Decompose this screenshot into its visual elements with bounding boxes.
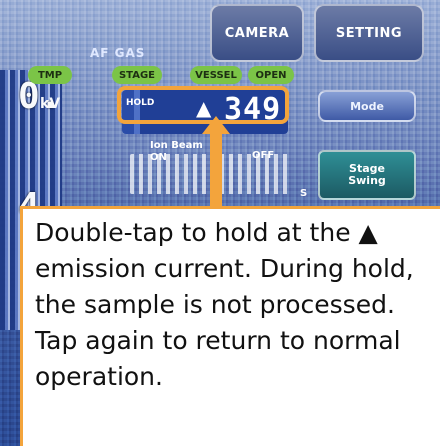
ion-beam-off-label: OFF: [252, 150, 275, 161]
readout-unit: kV: [40, 96, 61, 112]
callout-arrow-head-icon: [202, 116, 230, 134]
mode-button[interactable]: Mode: [318, 90, 416, 122]
callout-text: Double-tap to hold at the ▲ emission cur…: [35, 218, 414, 391]
af-gas-label: AF GAS: [90, 46, 146, 60]
callout-arrow-shaft: [210, 133, 222, 207]
setting-tab[interactable]: SETTING: [314, 4, 424, 62]
stage-swing-button[interactable]: Stage Swing: [318, 150, 416, 200]
status-pill-tmp: TMP: [28, 66, 72, 84]
instruction-callout: Double-tap to hold at the ▲ emission cur…: [20, 206, 440, 446]
camera-tab[interactable]: CAMERA: [210, 4, 304, 62]
ion-beam-label-line1: Ion Beam: [150, 140, 203, 151]
status-pill-vessel: VESSEL: [190, 66, 242, 84]
device-screen: 0. kV 4 CAMERA SETTING AF GAS TMP STAGE …: [0, 0, 440, 446]
status-pill-stage: STAGE: [112, 66, 162, 84]
status-pill-open: OPEN: [248, 66, 294, 84]
stage-swing-line2: Swing: [348, 174, 386, 187]
ion-beam-label-line2: ON: [150, 152, 167, 163]
s-label: S: [300, 188, 308, 199]
ion-beam-label: Ion Beam ON: [150, 140, 203, 164]
